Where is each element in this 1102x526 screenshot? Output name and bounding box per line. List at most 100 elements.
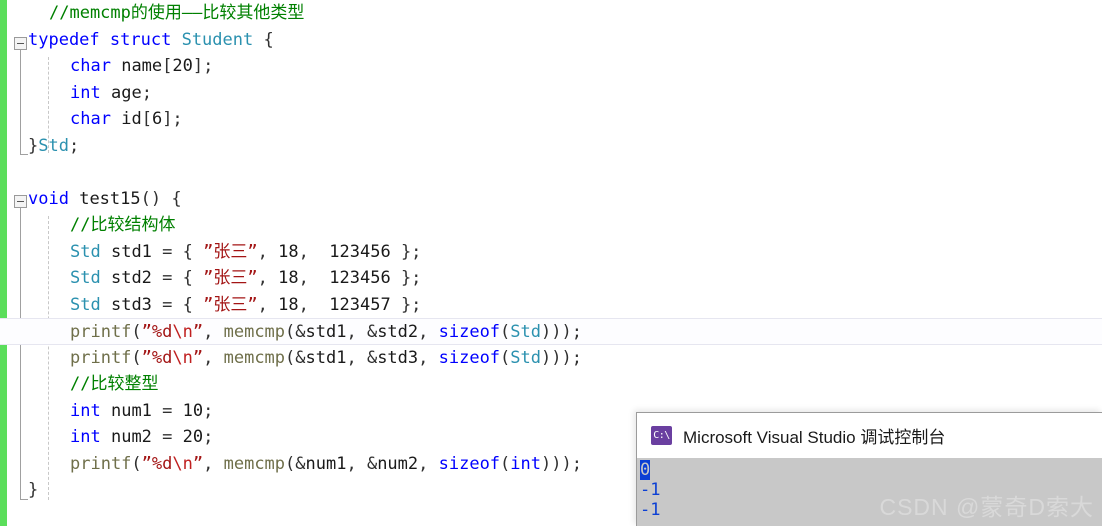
code-token: } <box>28 135 39 156</box>
code-token: = <box>151 400 183 421</box>
code-token: ” <box>192 453 204 474</box>
code-token: struct <box>109 29 172 50</box>
code-token: ( <box>500 347 511 368</box>
code-token: //比较结构体 <box>70 215 176 235</box>
code-token: typedef <box>28 29 100 50</box>
code-line[interactable]: char id[6]; <box>0 106 1102 133</box>
code-token: char <box>70 109 111 129</box>
code-token: ]; <box>192 56 214 76</box>
code-line[interactable]: printf(”%d\n”, memcmp(&std1, &std3, size… <box>0 345 1102 372</box>
code-token: //比较整型 <box>70 374 159 394</box>
code-token: , <box>298 294 330 315</box>
code-token: ” <box>192 322 204 342</box>
console-output-value: -1 <box>640 500 661 520</box>
code-token: num2 <box>110 427 152 447</box>
console-title-bar[interactable]: C:\ Microsoft Visual Studio 调试控制台 <box>637 413 1102 458</box>
code-token: , <box>298 268 330 288</box>
code-line[interactable]: char name[20]; <box>0 53 1102 80</box>
code-line-content: Std std2 = { ”张三”, 18, 123456 }; <box>28 268 421 288</box>
console-output-line: -1 <box>640 480 1102 500</box>
code-line-content: int num2 = 20; <box>28 427 213 447</box>
console-output-area[interactable]: 0 -1 -1 <box>637 458 1102 526</box>
code-line-content: Std std3 = { ”张三”, 18, 123457 }; <box>28 295 421 315</box>
code-line[interactable]: void test15() { <box>0 186 1102 213</box>
code-line-content: char id[6]; <box>28 109 183 129</box>
code-token: = { <box>151 268 204 288</box>
code-line[interactable] <box>0 159 1102 186</box>
code-line[interactable]: typedef struct Student { <box>0 27 1102 54</box>
code-token: int <box>70 82 101 103</box>
code-line[interactable]: printf(”%d\n”, memcmp(&std1, &std2, size… <box>0 318 1102 345</box>
code-token: printf <box>70 347 132 368</box>
code-line-content: printf(”%d\n”, memcmp(&std1, &std3, size… <box>28 348 582 368</box>
code-token: , <box>298 241 330 262</box>
code-token: sizeof <box>438 347 501 368</box>
code-token: std1 <box>110 241 152 262</box>
code-token: 10 <box>182 400 204 421</box>
code-line[interactable]: int age; <box>0 80 1102 107</box>
code-line[interactable]: Std std3 = { ”张三”, 18, 123457 }; <box>0 292 1102 319</box>
debug-console-window[interactable]: C:\ Microsoft Visual Studio 调试控制台 0 -1 -1 … <box>636 412 1102 526</box>
code-line-content: void test15() { <box>28 189 182 209</box>
code-token: id <box>121 109 142 129</box>
code-token: ( <box>500 453 511 474</box>
code-token: ”%d <box>141 453 173 474</box>
code-token: std2 <box>377 322 419 342</box>
code-token: Std <box>510 322 542 342</box>
console-icon-glyph: C:\ <box>653 429 670 441</box>
code-token: std3 <box>110 294 152 315</box>
code-token: \n <box>172 453 193 474</box>
code-token: memcmp <box>223 322 286 342</box>
code-token: , <box>418 453 439 474</box>
code-token: int <box>510 453 542 474</box>
code-token: (& <box>285 453 306 474</box>
code-token: ”%d <box>141 322 173 342</box>
code-line-content: Std std1 = { ”张三”, 18, 123456 }; <box>28 242 421 262</box>
code-token: char <box>70 56 111 76</box>
code-token: int <box>70 427 101 447</box>
code-line[interactable]: Std std2 = { ”张三”, 18, 123456 }; <box>0 265 1102 292</box>
code-token: test15 <box>79 188 141 209</box>
console-output-line: 0 <box>640 460 1102 480</box>
code-line[interactable]: //memcmp的使用——比较其他类型 <box>0 0 1102 27</box>
code-token: }; <box>390 241 422 262</box>
code-token: Std <box>70 268 101 288</box>
code-line-content: }Std; <box>28 136 79 156</box>
code-token: num1 <box>305 453 347 474</box>
code-token: void <box>28 188 69 209</box>
code-line[interactable]: Std std1 = { ”张三”, 18, 123456 }; <box>0 239 1102 266</box>
code-line-content: printf(”%d\n”, memcmp(&num1, &num2, size… <box>28 454 582 474</box>
code-token: 123456 <box>329 241 391 262</box>
code-token: ( <box>131 453 142 474</box>
code-line[interactable]: //比较结构体 <box>0 212 1102 239</box>
code-line[interactable]: }Std; <box>0 133 1102 160</box>
code-token: num1 <box>110 400 152 421</box>
code-line-content: printf(”%d\n”, memcmp(&std1, &std2, size… <box>28 322 582 342</box>
code-token: Student <box>181 29 254 50</box>
code-line-content: int num1 = 10; <box>28 401 213 421</box>
code-token: std1 <box>305 347 347 368</box>
code-token: Std <box>38 135 69 156</box>
code-token: //memcmp的使用——比较其他类型 <box>49 3 305 23</box>
code-token: 123457 <box>329 294 391 315</box>
code-line[interactable]: //比较整型 <box>0 371 1102 398</box>
code-token: 18 <box>278 241 299 262</box>
code-token: } <box>28 480 39 500</box>
console-output-line: -1 <box>640 500 1102 520</box>
code-token: = { <box>151 294 204 315</box>
code-token: ( <box>131 347 142 368</box>
code-token: = <box>151 427 183 447</box>
code-token: printf <box>70 322 132 342</box>
code-token: name <box>121 56 163 76</box>
code-line-content: int age; <box>28 83 152 103</box>
code-token: , & <box>346 453 378 474</box>
code-token: , <box>257 268 279 288</box>
code-line-content: //比较结构体 <box>28 215 175 235</box>
code-token: std1 <box>305 322 347 342</box>
